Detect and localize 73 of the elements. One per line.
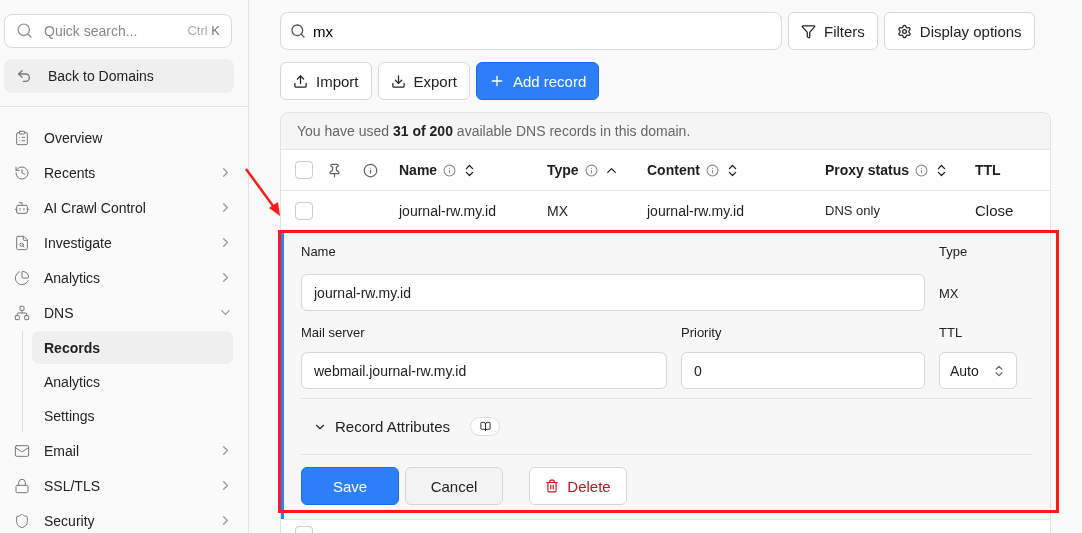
info-icon <box>443 163 457 177</box>
ttl-select[interactable]: Auto <box>939 352 1017 389</box>
sidebar-subitem[interactable]: Settings <box>32 399 233 432</box>
priority-input[interactable]: 0 <box>681 352 925 389</box>
table-cell-text: MX <box>547 202 569 219</box>
table-cell-text: journal-rw.my.id <box>647 202 745 219</box>
search-field[interactable]: mx <box>280 12 782 50</box>
keyboard-shortcut: Ctrl K <box>187 23 220 38</box>
record-attributes-toggle[interactable]: Record Attributes <box>313 418 451 435</box>
back-button[interactable]: Back to Domains <box>4 59 234 93</box>
type-value: MX <box>939 285 960 301</box>
lock-icon <box>14 477 30 494</box>
upload-icon <box>293 73 308 89</box>
pie-chart-icon <box>14 269 30 286</box>
document-search-icon <box>14 234 30 251</box>
column-header[interactable]: Name <box>399 162 438 178</box>
sidebar-item[interactable]: Recents <box>14 155 233 190</box>
add-record-button[interactable]: Add record <box>475 62 600 100</box>
settings-icon <box>896 23 912 39</box>
clipboard-icon <box>14 129 30 146</box>
back-arrow-icon <box>16 68 32 84</box>
search-icon <box>290 23 306 39</box>
column-header[interactable]: Content <box>647 162 700 178</box>
info-icon <box>363 162 378 178</box>
column-header[interactable]: Type <box>547 162 579 178</box>
info-icon <box>584 163 598 177</box>
import-button[interactable]: Import <box>280 62 372 100</box>
info-icon <box>915 163 929 177</box>
sidebar-item[interactable]: Email <box>14 433 233 468</box>
sidebar-subitem[interactable]: Analytics <box>32 365 233 398</box>
sidebar-item[interactable]: Investigate <box>14 225 233 260</box>
info-icon <box>705 163 719 177</box>
sitemap-icon <box>14 304 30 321</box>
mail-icon <box>14 442 30 459</box>
search-icon <box>16 22 33 39</box>
display-options-button[interactable]: Display options <box>883 12 1035 50</box>
sidebar-item[interactable]: Security <box>14 503 233 533</box>
column-header[interactable]: TTL <box>975 162 1001 178</box>
trash-icon <box>545 479 560 493</box>
select-all-checkbox[interactable] <box>295 161 313 179</box>
field-label: Name <box>301 244 337 259</box>
book-icon <box>479 421 491 432</box>
sidebar-item[interactable]: AI Crawl Control <box>14 190 233 225</box>
sidebar-item[interactable]: SSL/TLS <box>14 468 233 503</box>
sidebar-item[interactable]: Overview <box>14 120 233 155</box>
docs-badge[interactable] <box>470 417 501 436</box>
annotation-arrow <box>245 168 280 216</box>
field-label: Mail server <box>301 324 366 340</box>
sidebar-item[interactable]: DNS <box>14 295 233 330</box>
table-cell-text: DNS only <box>825 203 881 218</box>
row-checkbox[interactable] <box>295 201 313 220</box>
sidebar-item[interactable]: Analytics <box>14 260 233 295</box>
pin-icon <box>327 162 342 178</box>
filters-button[interactable]: Filters <box>788 12 878 50</box>
download-icon <box>390 73 406 89</box>
column-header[interactable]: Proxy status <box>825 162 910 178</box>
close-link[interactable]: Close <box>975 202 1050 219</box>
usage-note: You have used 31 of 200 available DNS records in this domain. <box>296 122 692 141</box>
export-button[interactable]: Export <box>377 62 470 100</box>
name-input[interactable]: journal-rw.my.id <box>301 274 925 311</box>
save-button[interactable]: Save <box>301 467 399 505</box>
table-cell-text: journal-rw.my.id <box>399 202 497 219</box>
filter-icon <box>801 23 816 39</box>
cancel-button[interactable]: Cancel <box>405 467 503 505</box>
shield-icon <box>14 512 30 529</box>
field-label: TTL <box>939 324 964 340</box>
robot-icon <box>14 199 30 216</box>
delete-button[interactable]: Delete <box>529 467 627 505</box>
history-icon <box>14 164 30 181</box>
sidebar-subitem[interactable]: Records <box>32 331 233 364</box>
field-label: Priority <box>681 324 723 340</box>
mail-server-input[interactable]: webmail.journal-rw.my.id <box>301 352 667 389</box>
field-label: Type <box>939 244 969 259</box>
